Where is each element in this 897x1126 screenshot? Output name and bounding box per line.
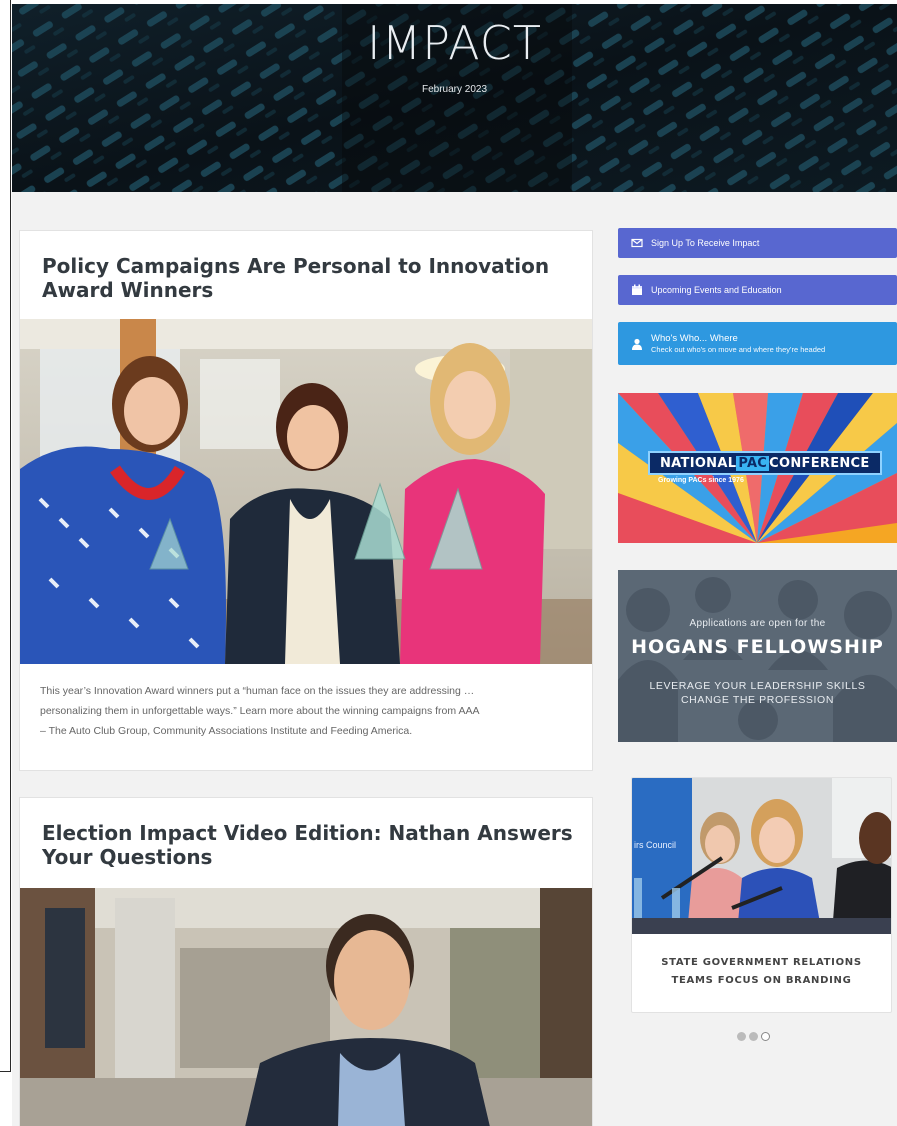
excerpt-line: – The Auto Club Group, Community Associa…	[40, 725, 413, 737]
hogans-tagline: CHANGE THE PROFESSION	[680, 694, 834, 706]
whos-who-subtitle[interactable]: Check out who's on move and where they'r…	[651, 344, 825, 355]
article-card[interactable]: Policy Campaigns Are Personal to Innovat…	[19, 230, 593, 771]
frame-border-bottom	[0, 1071, 11, 1072]
npc-name-part: PAC	[736, 455, 770, 471]
npc-tagline: Growing PACs since 1976	[658, 477, 744, 484]
page: IMPACT February 2023 Policy Campaigns Ar…	[0, 0, 897, 1126]
hogans-title: HOGANS FELLOWSHIP	[631, 636, 884, 658]
hogans-fellowship-banner[interactable]: Applications are open for the HOGANS FEL…	[618, 570, 897, 742]
user-icon	[632, 338, 642, 350]
article-card[interactable]: Election Impact Video Edition: Nathan An…	[19, 797, 593, 1126]
slide-caption[interactable]: STATE GOVERNMENT RELATIONS TEAMS FOCUS O…	[632, 954, 891, 990]
excerpt-line: This year’s Innovation Award winners put…	[40, 685, 475, 697]
calendar-icon	[632, 284, 642, 295]
slide-caption-line[interactable]: TEAMS FOCUS ON BRANDING	[632, 972, 891, 990]
sign-up-label[interactable]: Sign Up To Receive Impact	[651, 238, 759, 248]
whos-who-title[interactable]: Who's Who... Where	[651, 333, 825, 344]
article-title-line[interactable]: Election Impact Video Edition: Nathan An…	[42, 821, 573, 845]
slider-dot-3-active[interactable]	[761, 1032, 770, 1041]
upcoming-events-button[interactable]: Upcoming Events and Education	[618, 275, 897, 305]
article-video-thumbnail[interactable]	[20, 888, 592, 1126]
national-pac-conference-banner[interactable]: NATIONAL PAC CONFERENCE Growing PACs since…	[618, 393, 897, 543]
slider-pagination	[737, 1032, 770, 1041]
article-title-line[interactable]: Award Winners	[42, 278, 549, 302]
whos-who-text[interactable]: Who's Who... Where Check out who's on mo…	[651, 333, 825, 355]
award-winners-photo	[20, 319, 592, 664]
slider-dot-1[interactable]	[737, 1032, 746, 1041]
article-photo[interactable]	[20, 319, 592, 664]
sign-up-button[interactable]: Sign Up To Receive Impact	[618, 228, 897, 258]
article-title-line[interactable]: Policy Campaigns Are Personal to Innovat…	[42, 254, 549, 278]
frame-border	[10, 0, 11, 1072]
panel-discussion-photo: irs Council	[632, 778, 891, 934]
photo-sign-text: irs Council	[634, 840, 676, 850]
whos-who-button[interactable]: Who's Who... Where Check out who's on mo…	[618, 322, 897, 365]
npc-name-part: CONFERENCE	[769, 455, 870, 471]
page-title: IMPACT	[367, 16, 542, 70]
upcoming-events-label[interactable]: Upcoming Events and Education	[651, 285, 782, 295]
hogans-tagline: LEVERAGE YOUR LEADERSHIP SKILLS	[649, 680, 866, 692]
article-title[interactable]: Policy Campaigns Are Personal to Innovat…	[42, 254, 549, 302]
featured-slide-card[interactable]: irs Council STATE GOVERNMENT RELATIONS T…	[631, 777, 892, 1013]
excerpt-line: personalizing them in unforgettable ways…	[40, 705, 480, 717]
slider-dot-2[interactable]	[749, 1032, 758, 1041]
nathan-video-photo	[20, 888, 592, 1126]
article-title-line[interactable]: Your Questions	[42, 845, 573, 869]
envelope-icon	[631, 238, 643, 248]
hogans-intro: Applications are open for the	[689, 618, 826, 629]
article-title[interactable]: Election Impact Video Edition: Nathan An…	[42, 821, 573, 869]
npc-name-part: NATIONAL	[660, 455, 737, 471]
article-excerpt: This year’s Innovation Award winners put…	[40, 681, 560, 741]
npc-logo: NATIONAL PAC CONFERENCE	[648, 451, 882, 475]
slide-caption-line[interactable]: STATE GOVERNMENT RELATIONS	[632, 954, 891, 972]
hero-banner: IMPACT February 2023	[12, 4, 897, 192]
issue-date: February 2023	[421, 84, 488, 95]
